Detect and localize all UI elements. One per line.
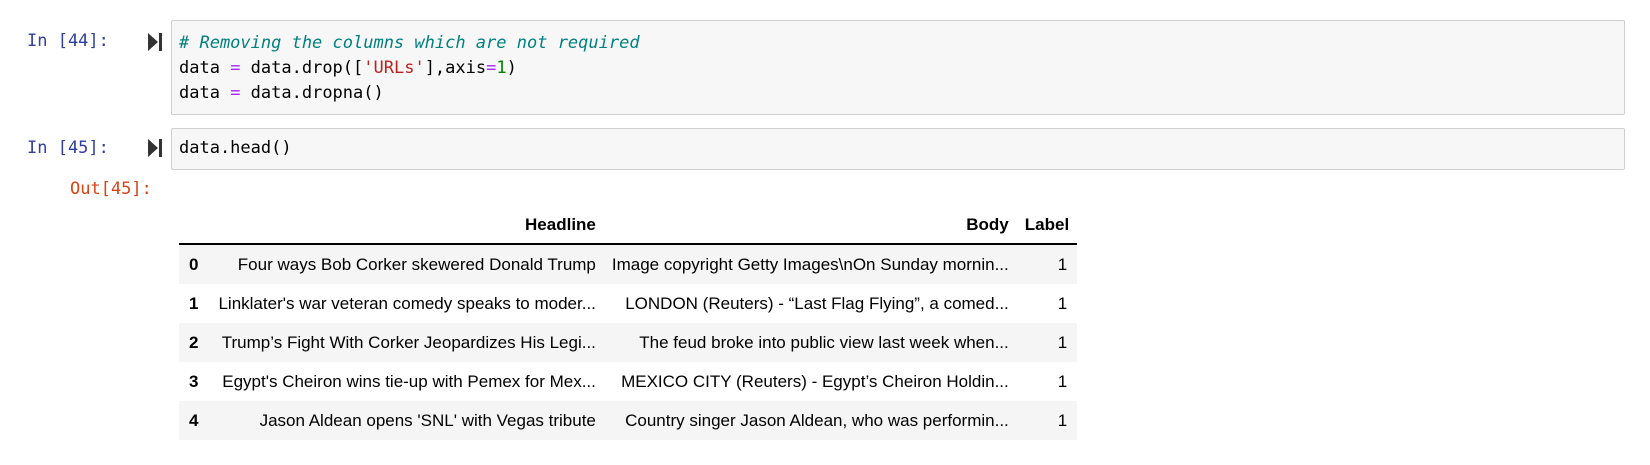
table-row: 1 Linklater's war veteran comedy speaks t…: [179, 284, 1077, 323]
label-cell: 1: [1057, 332, 1068, 352]
input-prompt: In [45]:: [27, 138, 109, 158]
headline-cell: Linklater's war veteran comedy speaks to…: [218, 293, 596, 313]
label-cell: 1: [1057, 410, 1068, 430]
body-cell: LONDON (Reuters) - “Last Flag Flying”, a…: [625, 293, 1009, 313]
code-token: ],axis: [424, 58, 487, 78]
row-index: 3: [189, 371, 199, 391]
headline-cell: Trump’s Fight With Corker Jeopardizes Hi…: [221, 332, 596, 352]
table-row: 3 Egypt's Cheiron wins tie-up with Pemex …: [179, 362, 1077, 401]
table-row: 4 Jason Aldean opens 'SNL' with Vegas tri…: [179, 401, 1078, 440]
row-index: 4: [189, 410, 199, 430]
label-cell: 1: [1057, 371, 1068, 391]
code-line: data = data.dropna(): [179, 81, 1617, 106]
label-cell: 1: [1057, 293, 1068, 313]
headline-cell: Jason Aldean opens 'SNL' with Vegas trib…: [259, 410, 596, 430]
body-cell: The feud broke into public view last wee…: [639, 332, 1009, 352]
code-line: data.head(): [179, 136, 1617, 161]
dataframe-output: Headline Body Label 0 Four ways Bob Corke…: [179, 207, 1078, 440]
body-cell: Image copyright Getty Images\nOn Sunday …: [611, 254, 1009, 274]
run-cell-icon[interactable]: [148, 33, 162, 51]
column-header-label: Label: [1016, 207, 1078, 245]
index-header: [179, 207, 211, 245]
code-token: # Removing the columns which are not req…: [179, 33, 640, 53]
headline-cell: Egypt's Cheiron wins tie-up with Pemex f…: [222, 371, 596, 391]
code-cell-44[interactable]: In [44]: # Removing the columns which ar…: [0, 0, 1650, 118]
table-row: 2 Trump’s Fight With Corker Jeopardizes H…: [179, 323, 1078, 362]
headline-cell: Four ways Bob Corker skewered Donald Tru…: [237, 254, 596, 274]
body-cell: MEXICO CITY (Reuters) - Egypt’s Cheiron …: [621, 371, 1009, 391]
code-token: 1: [496, 58, 507, 78]
code-line: data = data.drop(['URLs'],axis=1): [179, 56, 1617, 81]
code-token: =: [486, 58, 497, 78]
code-token: 'URLs': [363, 58, 425, 78]
row-index: 2: [189, 332, 199, 352]
code-token: data: [179, 83, 231, 103]
label-cell: 1: [1057, 254, 1068, 274]
output-prompt: Out[45]:: [70, 179, 152, 199]
code-token: =: [230, 58, 241, 78]
body-cell: Country singer Jason Aldean, who was per…: [625, 410, 1009, 430]
row-index: 1: [189, 293, 199, 313]
input-prompt: In [44]:: [27, 31, 109, 51]
code-input[interactable]: data.head(): [171, 128, 1625, 170]
code-token: data: [179, 58, 231, 78]
code-token: data.drop([: [240, 58, 364, 78]
code-input[interactable]: # Removing the columns which are not req…: [171, 20, 1625, 115]
code-token: data.dropna(): [240, 83, 384, 103]
table-row: 0 Four ways Bob Corker skewered Donald Tr…: [179, 244, 1078, 284]
code-token: =: [230, 83, 241, 103]
table-header-row: Headline Body Label: [179, 207, 1078, 245]
run-cell-icon[interactable]: [148, 139, 162, 157]
row-index: 0: [189, 254, 199, 274]
code-token: ): [506, 58, 517, 78]
column-header-body: Body: [603, 207, 1017, 245]
code-token: data.head(): [179, 138, 292, 158]
code-line: # Removing the columns which are not req…: [179, 31, 1617, 56]
column-header-headline: Headline: [210, 207, 604, 245]
